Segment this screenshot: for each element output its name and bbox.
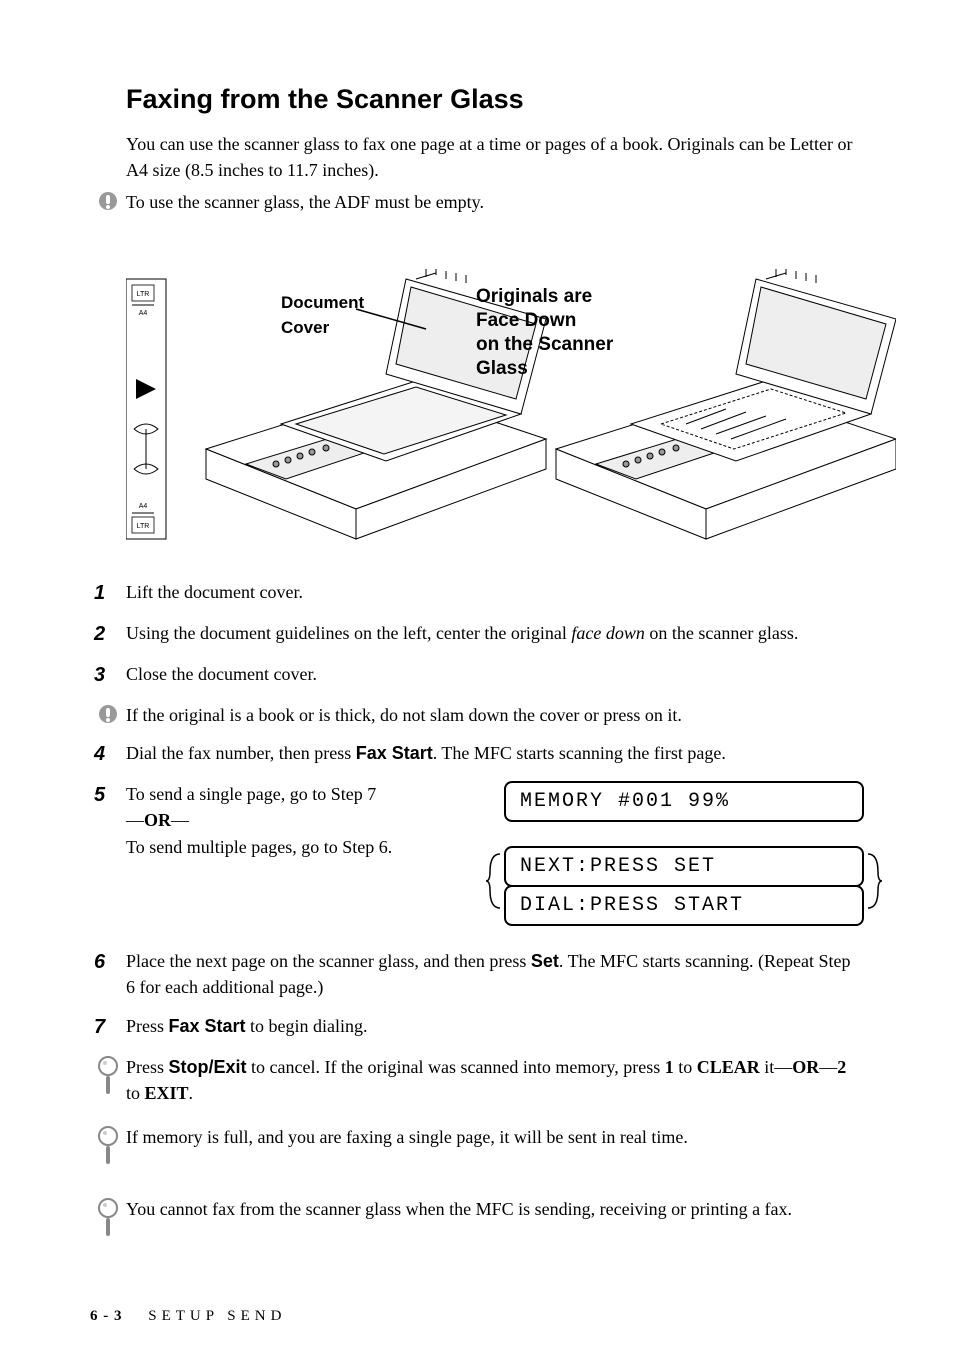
svg-text:A4: A4 (139, 310, 148, 317)
label-originals-1: Originals are (476, 286, 592, 307)
label-originals-2: Face Down (476, 310, 576, 331)
footer-page-number: 6 - 3 (90, 1308, 123, 1324)
step-4-text: Dial the fax number, then press Fax Star… (126, 740, 864, 766)
step-number-4: 4 (90, 740, 126, 769)
step-3-text: Close the document cover. (126, 661, 864, 687)
lcd-next: NEXT:PRESS SET (504, 846, 864, 887)
label-document-cover-2: Cover (281, 318, 329, 337)
tip-cannot-fax: You cannot fax from the scanner glass wh… (90, 1196, 864, 1240)
tip-icon (90, 1196, 126, 1240)
svg-text:LTR: LTR (137, 291, 150, 298)
step-number-6: 6 (90, 948, 126, 977)
alert-book-text: If the original is a book or is thick, d… (126, 702, 864, 728)
tip-icon (90, 1124, 126, 1168)
footer-section-title: SETUP SEND (148, 1308, 286, 1324)
alert-adf: To use the scanner glass, the ADF must b… (90, 189, 864, 219)
page-heading: Faxing from the Scanner Glass (126, 80, 864, 119)
step-6-text: Place the next page on the scanner glass… (126, 948, 864, 1000)
tip-cannot-fax-text: You cannot fax from the scanner glass wh… (126, 1196, 864, 1222)
steps-list: 1 Lift the document cover. 2 Using the d… (90, 579, 864, 690)
alert-book: If the original is a book or is thick, d… (90, 702, 864, 732)
warning-icon (90, 189, 126, 219)
svg-text:LTR: LTR (137, 523, 150, 530)
page-footer: 6 - 3 SETUP SEND (90, 1306, 286, 1328)
tip-icon (90, 1054, 126, 1098)
label-originals-4: Glass (476, 358, 528, 379)
lcd-toggle-group: NEXT:PRESS SET DIAL:PRESS START (504, 846, 864, 926)
svg-text:A4: A4 (139, 503, 148, 510)
step-5-text: To send a single page, go to Step 7 —OR—… (126, 781, 484, 859)
step-number-2: 2 (90, 620, 126, 649)
step-number-7: 7 (90, 1013, 126, 1042)
tip-stop-exit-text: Press Stop/Exit to cancel. If the origin… (126, 1054, 864, 1106)
intro-paragraph: You can use the scanner glass to fax one… (126, 131, 864, 183)
label-originals-3: on the Scanner (476, 334, 613, 355)
tip-memory-full-text: If memory is full, and you are faxing a … (126, 1124, 864, 1150)
step-2-text: Using the document guidelines on the lef… (126, 620, 864, 646)
step-number-1: 1 (90, 579, 126, 608)
step-number-5: 5 (90, 781, 126, 810)
alert-adf-text: To use the scanner glass, the ADF must b… (126, 189, 864, 215)
step-1-text: Lift the document cover. (126, 579, 864, 605)
lcd-memory: MEMORY #001 99% (504, 781, 864, 822)
step-number-3: 3 (90, 661, 126, 690)
label-document-cover-1: Document (281, 293, 364, 312)
lcd-dial: DIAL:PRESS START (504, 885, 864, 926)
tip-memory-full: If memory is full, and you are faxing a … (90, 1124, 864, 1168)
scanner-illustration: LTR A4 A4 LTR (126, 269, 864, 549)
tip-stop-exit: Press Stop/Exit to cancel. If the origin… (90, 1054, 864, 1106)
warning-icon (90, 702, 126, 732)
step-7-text: Press Fax Start to begin dialing. (126, 1013, 864, 1039)
